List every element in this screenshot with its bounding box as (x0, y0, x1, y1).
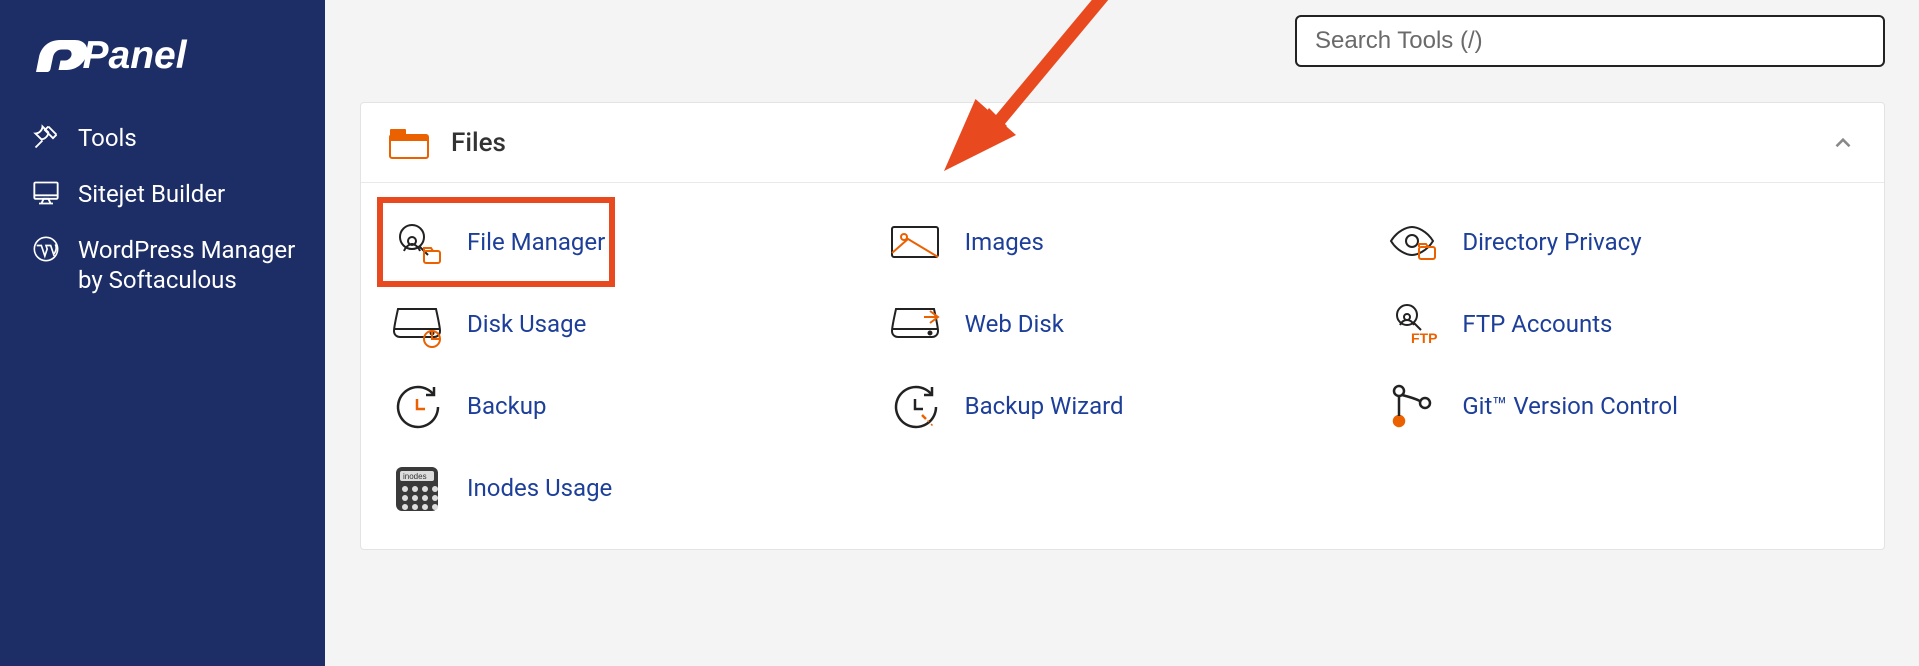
panel-title: Files (451, 128, 506, 158)
backup-wizard-link[interactable]: Backup Wizard (879, 365, 1377, 447)
tool-label: Backup (467, 392, 546, 420)
file-manager-link[interactable]: File Manager (381, 201, 611, 283)
wordpress-icon (30, 233, 62, 265)
tool-label: Web Disk (965, 310, 1064, 338)
sidebar-item-label: Tools (78, 121, 137, 153)
search-input[interactable] (1295, 15, 1885, 67)
sidebar-item-tools[interactable]: Tools (30, 121, 305, 153)
inodes-icon: inodes (387, 460, 447, 516)
files-panel-header[interactable]: Files (361, 103, 1884, 183)
sidebar-item-label: Sitejet Builder (78, 177, 225, 209)
disk-usage-icon (387, 296, 447, 352)
tool-label: Git™ Version Control (1462, 392, 1678, 420)
cpanel-logo: Panel (30, 30, 305, 86)
tool-label: Images (965, 228, 1044, 256)
svg-text:inodes: inodes (403, 472, 427, 481)
sidebar-nav: Tools Sitejet Builder WordPress Manager … (30, 121, 305, 295)
git-icon (1382, 378, 1442, 434)
main-content: Files File Manager (325, 0, 1919, 666)
tool-label: Inodes Usage (467, 474, 612, 502)
files-panel: Files File Manager (360, 102, 1885, 550)
sidebar: Panel Tools Sitejet Builder WordPress Ma… (0, 0, 325, 666)
search-bar (360, 15, 1885, 67)
tool-label: FTP Accounts (1462, 310, 1612, 338)
images-icon (885, 214, 945, 270)
inodes-usage-link[interactable]: inodes Inodes Usage (381, 447, 879, 529)
directory-privacy-link[interactable]: Directory Privacy (1376, 201, 1874, 283)
backup-wizard-icon (885, 378, 945, 434)
git-version-control-link[interactable]: Git™ Version Control (1376, 365, 1874, 447)
file-manager-icon (387, 214, 447, 270)
directory-privacy-icon (1382, 214, 1442, 270)
images-link[interactable]: Images (879, 201, 1377, 283)
ftp-accounts-icon: FTP (1382, 296, 1442, 352)
web-disk-icon (885, 296, 945, 352)
web-disk-link[interactable]: Web Disk (879, 283, 1377, 365)
files-panel-body: File Manager Images (361, 183, 1884, 549)
tool-label: Backup Wizard (965, 392, 1124, 420)
backup-icon (387, 378, 447, 434)
svg-text:FTP: FTP (1411, 330, 1437, 346)
tool-label: File Manager (467, 228, 605, 256)
backup-link[interactable]: Backup (381, 365, 879, 447)
monitor-icon (30, 177, 62, 209)
tool-label: Disk Usage (467, 310, 586, 338)
sidebar-item-label: WordPress Manager by Softaculous (78, 233, 305, 295)
disk-usage-link[interactable]: Disk Usage (381, 283, 879, 365)
folder-icon (389, 127, 429, 159)
sidebar-item-wordpress[interactable]: WordPress Manager by Softaculous (30, 233, 305, 295)
chevron-up-icon (1830, 130, 1856, 156)
svg-text:Panel: Panel (83, 34, 188, 77)
tools-icon (30, 121, 62, 153)
sidebar-item-sitejet[interactable]: Sitejet Builder (30, 177, 305, 209)
ftp-accounts-link[interactable]: FTP FTP Accounts (1376, 283, 1874, 365)
tool-label: Directory Privacy (1462, 228, 1641, 256)
